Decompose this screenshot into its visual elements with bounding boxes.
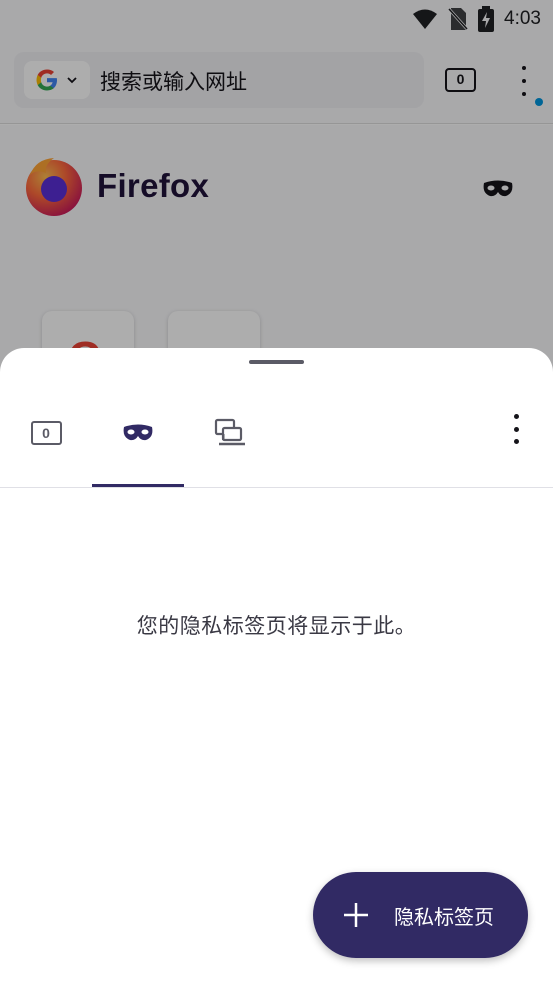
- tab-normal-tabs[interactable]: 0: [0, 378, 92, 488]
- selected-tab-indicator: [92, 484, 184, 487]
- overflow-menu-icon[interactable]: [506, 414, 526, 444]
- new-private-tab-button[interactable]: 隐私标签页: [313, 872, 528, 958]
- private-mask-icon: [123, 424, 153, 441]
- tab-private-tabs[interactable]: [92, 378, 184, 488]
- tab-count-icon: 0: [30, 421, 62, 445]
- sheet-drag-handle[interactable]: [249, 360, 304, 364]
- empty-private-tabs-message: 您的隐私标签页将显示于此。: [136, 614, 417, 638]
- fab-label: 隐私标签页: [394, 904, 494, 929]
- tab-synced-tabs[interactable]: [184, 378, 276, 488]
- plus-icon: [344, 903, 368, 927]
- synced-tabs-icon: [214, 418, 245, 446]
- tabs-tray-tab-bar: 0: [0, 378, 553, 488]
- tabs-tray-sheet: 0 您的隐私标签页将显示于此。 隐私标签页: [0, 348, 553, 983]
